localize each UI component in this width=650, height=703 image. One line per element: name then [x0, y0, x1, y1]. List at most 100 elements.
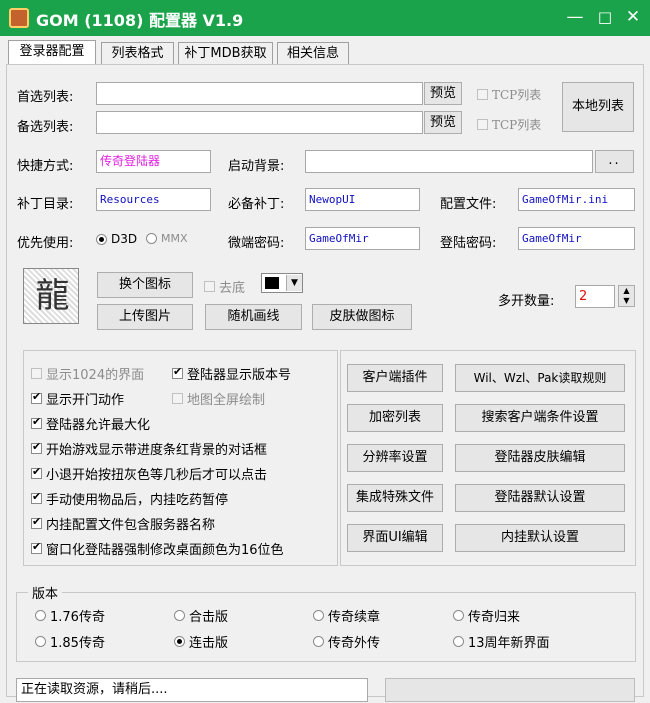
startup-bg-input[interactable]: [305, 150, 593, 173]
spin-down-icon[interactable]: ▼: [619, 296, 634, 306]
version-radio[interactable]: [453, 636, 464, 647]
preview-secondary-button[interactable]: 预览: [424, 111, 462, 134]
mmx-radio[interactable]: [146, 233, 157, 244]
option-allow-maximize[interactable]: 登陆器允许最大化: [31, 414, 150, 433]
option-checkbox[interactable]: [172, 365, 183, 379]
shortcut-label: 快捷方式:: [17, 159, 74, 174]
option-label: 内挂配置文件包含服务器名称: [46, 518, 216, 533]
tcp-list-primary[interactable]: TCP列表: [477, 86, 541, 103]
maximize-button[interactable]: □: [592, 4, 618, 30]
chevron-down-icon[interactable]: ▼: [286, 275, 302, 291]
version-radio[interactable]: [35, 636, 46, 647]
option-label: 显示开门动作: [46, 393, 125, 408]
priority-d3d-option[interactable]: D3D: [96, 232, 137, 246]
client-plugin-button[interactable]: 客户端插件: [347, 364, 443, 392]
config-file-input[interactable]: GameOfMir.ini: [518, 188, 635, 211]
multi-open-input[interactable]: 2: [575, 285, 615, 308]
tab-patch-mdb[interactable]: 补丁MDB获取: [178, 42, 273, 64]
spin-up-icon[interactable]: ▲: [619, 286, 634, 296]
option-checkbox[interactable]: [31, 465, 42, 479]
version-radio[interactable]: [174, 636, 185, 647]
title-bar[interactable]: GOM (1108) 配置器 V1.9 — □ ✕: [0, 0, 650, 36]
version-option[interactable]: 1.76传奇: [35, 606, 105, 625]
version-radio[interactable]: [313, 610, 324, 621]
resolution-button[interactable]: 分辨率设置: [347, 444, 443, 472]
micro-pwd-input[interactable]: GameOfMir: [305, 227, 420, 250]
option-display-1024[interactable]: 显示1024的界面: [31, 364, 144, 383]
remove-bottom-option[interactable]: 去底: [204, 277, 245, 296]
version-label: 13周年新界面: [468, 636, 550, 651]
tab-launcher-config[interactable]: 登录器配置: [8, 40, 96, 65]
version-option[interactable]: 传奇外传: [313, 632, 380, 651]
version-option[interactable]: 13周年新界面: [453, 632, 550, 651]
ui-edit-button[interactable]: 界面UI编辑: [347, 524, 443, 552]
option-label: 登陆器允许最大化: [46, 418, 151, 433]
multi-open-spinner[interactable]: ▲ ▼: [618, 285, 635, 307]
version-option[interactable]: 合击版: [174, 606, 228, 625]
version-option[interactable]: 1.85传奇: [35, 632, 105, 651]
tab-related-info[interactable]: 相关信息: [277, 42, 349, 64]
required-patch-input[interactable]: NewopUI: [305, 188, 420, 211]
version-label: 合击版: [189, 610, 229, 625]
version-label: 传奇归来: [468, 610, 521, 625]
version-option[interactable]: 传奇续章: [313, 606, 380, 625]
option-label: 地图全屏绘制: [187, 393, 266, 408]
tcp-list-secondary[interactable]: TCP列表: [477, 116, 541, 133]
version-option[interactable]: 传奇归来: [453, 606, 520, 625]
launcher-defaults-button[interactable]: 登陆器默认设置: [455, 484, 625, 512]
tcp-primary-checkbox[interactable]: [477, 89, 488, 100]
local-list-button[interactable]: 本地列表: [562, 82, 634, 132]
random-lines-button[interactable]: 随机画线: [205, 304, 302, 330]
upload-image-button[interactable]: 上传图片: [97, 304, 193, 330]
skin-edit-button[interactable]: 登陆器皮肤编辑: [455, 444, 625, 472]
plugin-defaults-button[interactable]: 内挂默认设置: [455, 524, 625, 552]
close-button[interactable]: ✕: [620, 4, 646, 30]
option-checkbox[interactable]: [31, 490, 42, 504]
option-checkbox[interactable]: [31, 515, 42, 529]
wil-rules-button[interactable]: Wil、Wzl、Pak读取规则: [455, 364, 625, 392]
option-config-server-name[interactable]: 内挂配置文件包含服务器名称: [31, 514, 215, 533]
version-option[interactable]: 连击版: [174, 632, 228, 651]
d3d-radio[interactable]: [96, 233, 107, 245]
required-patch-label: 必备补丁:: [228, 197, 285, 212]
option-door-animation[interactable]: 显示开门动作: [31, 389, 124, 408]
version-radio[interactable]: [453, 610, 464, 621]
option-checkbox[interactable]: [172, 393, 183, 404]
option-checkbox[interactable]: [31, 390, 42, 404]
tcp-secondary-checkbox[interactable]: [477, 119, 488, 130]
remove-bottom-checkbox[interactable]: [204, 281, 215, 292]
option-show-version[interactable]: 登陆器显示版本号: [172, 364, 291, 383]
encrypt-list-button[interactable]: 加密列表: [347, 404, 443, 432]
special-files-button[interactable]: 集成特殊文件: [347, 484, 443, 512]
login-pwd-input[interactable]: GameOfMir: [518, 227, 635, 250]
color-picker[interactable]: ▼: [261, 273, 303, 293]
option-progress-dialog[interactable]: 开始游戏显示带进度条红背景的对话框: [31, 439, 267, 458]
primary-list-label: 首选列表:: [17, 90, 74, 105]
skin-icon-button[interactable]: 皮肤做图标: [312, 304, 412, 330]
version-radio[interactable]: [35, 610, 46, 621]
status-text: 正在读取资源，请稍后....: [16, 678, 368, 702]
preview-primary-button[interactable]: 预览: [424, 82, 462, 105]
priority-mmx-option[interactable]: MMX: [146, 232, 188, 245]
option-checkbox[interactable]: [31, 440, 42, 454]
shortcut-input[interactable]: 传奇登陆器: [96, 150, 211, 173]
version-radio[interactable]: [313, 636, 324, 647]
change-icon-button[interactable]: 换个图标: [97, 272, 193, 298]
mmx-label: MMX: [161, 232, 188, 245]
option-checkbox[interactable]: [31, 540, 42, 554]
option-16bit-color[interactable]: 窗口化登陆器强制修改桌面颜色为16位色: [31, 539, 284, 558]
tab-list-format[interactable]: 列表格式: [101, 42, 174, 64]
patch-dir-input[interactable]: Resources: [96, 188, 211, 211]
search-client-button[interactable]: 搜索客户端条件设置: [455, 404, 625, 432]
option-fullscreen-map[interactable]: 地图全屏绘制: [172, 389, 265, 408]
option-label: 显示1024的界面: [46, 368, 145, 383]
secondary-list-input[interactable]: [96, 111, 423, 134]
option-pause-potion[interactable]: 手动使用物品后，内挂吃药暂停: [31, 489, 228, 508]
browse-button[interactable]: ..: [595, 150, 634, 173]
minimize-button[interactable]: —: [562, 4, 588, 30]
version-radio[interactable]: [174, 610, 185, 621]
primary-list-input[interactable]: [96, 82, 423, 105]
option-checkbox[interactable]: [31, 368, 42, 379]
option-logout-delay[interactable]: 小退开始按扭灰色等几秒后才可以点击: [31, 464, 267, 483]
option-checkbox[interactable]: [31, 415, 42, 429]
